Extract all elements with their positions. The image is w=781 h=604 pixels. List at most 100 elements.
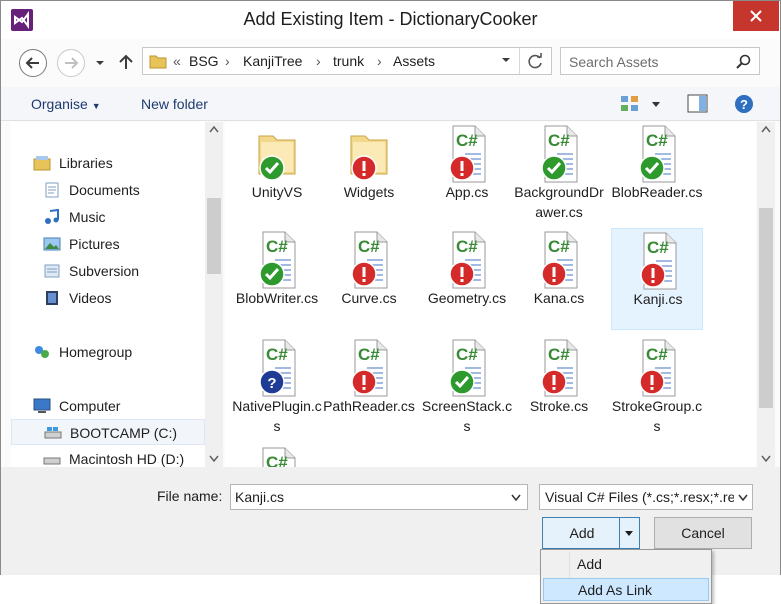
address-bar[interactable]: « BSG › KanjiTree › trunk › Assets (142, 47, 552, 75)
file-item[interactable]: C# Kanji.cs (611, 228, 703, 330)
forward-button[interactable] (57, 49, 85, 77)
file-name-label: StrokeGroup.cs (611, 398, 703, 434)
svg-text:C#: C# (548, 237, 570, 256)
file-item[interactable]: C# BlobReader.cs (611, 122, 703, 224)
scroll-down-icon[interactable] (761, 455, 771, 462)
folder-item[interactable]: UnityVS (231, 122, 323, 224)
preview-pane-icon[interactable] (687, 94, 708, 113)
window-title: Add Existing Item - DictionaryCooker (243, 9, 538, 29)
title-bar: Add Existing Item - DictionaryCooker (1, 1, 780, 39)
breadcrumb-kanjitree[interactable]: KanjiTree (243, 53, 302, 69)
address-dropdown-icon[interactable] (501, 56, 511, 64)
status-ok-icon (541, 155, 567, 181)
file-item[interactable]: C# (231, 444, 323, 467)
add-button-label: Add (569, 525, 595, 541)
file-item[interactable]: C# Kana.cs (513, 228, 605, 330)
file-item[interactable]: C# BlobWriter.cs (231, 228, 323, 330)
breadcrumb-trunk[interactable]: trunk (333, 53, 364, 69)
nav-item-homegroup[interactable]: Homegroup (11, 339, 205, 365)
cancel-button[interactable]: Cancel (654, 517, 752, 549)
chevron-down-icon (738, 494, 748, 501)
file-type-dropdown[interactable] (734, 485, 752, 509)
search-placeholder: Search Assets (569, 54, 659, 70)
svg-text:C#: C# (647, 238, 669, 257)
file-list-scrollbar[interactable] (757, 122, 775, 467)
nav-pane-scroll-thumb[interactable] (207, 198, 221, 274)
close-button[interactable] (733, 1, 779, 31)
svg-text:C#: C# (266, 237, 288, 256)
breadcrumb-bsg[interactable]: BSG (189, 53, 219, 69)
add-options-dropdown[interactable] (619, 518, 639, 548)
status-ok-icon (449, 369, 475, 395)
status-unversioned-icon: ? (259, 369, 285, 395)
chevron-down-icon[interactable] (511, 494, 521, 501)
nav-item-pictures[interactable]: Pictures (11, 231, 205, 257)
nav-item-label: Computer (59, 398, 121, 414)
status-modified-icon (449, 155, 475, 181)
status-modified-icon (449, 261, 475, 287)
add-split-button[interactable]: Add (542, 517, 640, 549)
file-item[interactable]: C# StrokeGroup.cs (611, 336, 703, 438)
file-name-field[interactable]: Kanji.cs (230, 484, 528, 510)
breadcrumb-overflow[interactable]: « (173, 53, 181, 69)
nav-item-label: Subversion (69, 263, 140, 279)
menu-item-add[interactable]: Add (543, 553, 709, 576)
folder-item[interactable]: Widgets (323, 122, 415, 224)
status-modified-icon (639, 369, 665, 395)
nav-item-label: Documents (69, 182, 140, 198)
scroll-down-icon[interactable] (209, 455, 219, 462)
help-icon[interactable]: ? (734, 94, 754, 114)
file-list-scroll-thumb[interactable] (759, 208, 773, 408)
status-modified-icon (351, 155, 377, 181)
file-item[interactable]: C# ScreenStack.cs (421, 336, 513, 438)
nav-item-subversion[interactable]: Subversion (11, 258, 205, 284)
refresh-icon[interactable] (527, 53, 544, 70)
menu-item-add-as-link[interactable]: Add As Link (543, 578, 709, 601)
file-item[interactable]: C# Curve.cs (323, 228, 415, 330)
file-name-label: Kanji.cs (633, 291, 683, 307)
back-arrow-icon (25, 57, 39, 69)
up-arrow-icon[interactable] (117, 53, 135, 71)
homegroup-icon (35, 346, 49, 358)
nav-item-label: Music (69, 209, 106, 225)
file-item[interactable]: C# App.cs (421, 122, 513, 224)
scroll-up-icon[interactable] (761, 126, 771, 133)
file-item[interactable]: C# PathReader.cs (323, 336, 415, 438)
nav-item-bootcamp-drive[interactable]: BOOTCAMP (C:) (11, 419, 205, 445)
breadcrumb-separator-icon: › (316, 53, 321, 69)
svg-text:C#: C# (548, 131, 570, 150)
address-row: « BSG › KanjiTree › trunk › Assets Searc… (1, 39, 780, 85)
nav-item-documents[interactable]: Documents (11, 177, 205, 203)
nav-item-videos[interactable]: Videos (11, 285, 205, 311)
file-item[interactable]: C# BackgroundDrawer.cs (513, 122, 605, 224)
recent-locations-chevron-icon[interactable] (95, 59, 105, 67)
file-item[interactable]: C# Geometry.cs (421, 228, 513, 330)
new-folder-button[interactable]: New folder (141, 96, 208, 112)
file-name-value: Kanji.cs (235, 489, 285, 505)
organise-menu-button[interactable]: Organise ▼ (31, 96, 101, 112)
forward-arrow-icon (65, 57, 79, 69)
file-item[interactable]: C#? NativePlugin.cs (231, 336, 323, 438)
view-options-chevron-icon[interactable] (651, 101, 661, 108)
change-view-icon[interactable] (620, 95, 640, 113)
back-button[interactable] (19, 49, 47, 77)
nav-pane-scrollbar[interactable] (205, 122, 223, 467)
nav-item-libraries[interactable]: Libraries (11, 150, 205, 176)
nav-item-computer[interactable]: Computer (11, 393, 205, 419)
status-modified-icon (351, 369, 377, 395)
breadcrumb-separator-icon: › (225, 53, 230, 69)
svg-text:C#: C# (266, 345, 288, 364)
nav-item-macintosh-drive[interactable]: Macintosh HD (D:) (11, 446, 205, 467)
file-type-select[interactable]: Visual C# Files (*.cs;*.resx;*.resw;*.xs… (539, 484, 753, 510)
nav-item-music[interactable]: Music (11, 204, 205, 230)
drive-icon (44, 427, 62, 439)
chevron-down-icon: ▼ (91, 101, 101, 111)
file-name-label: Kana.cs (533, 290, 585, 306)
search-input[interactable]: Search Assets (560, 47, 760, 75)
csharp-file-icon: C# (262, 447, 296, 467)
breadcrumb-assets[interactable]: Assets (393, 53, 435, 69)
nav-item-label: Libraries (59, 155, 113, 171)
scroll-up-icon[interactable] (209, 126, 219, 133)
file-item[interactable]: C# Stroke.cs (513, 336, 605, 438)
computer-icon (33, 398, 51, 413)
